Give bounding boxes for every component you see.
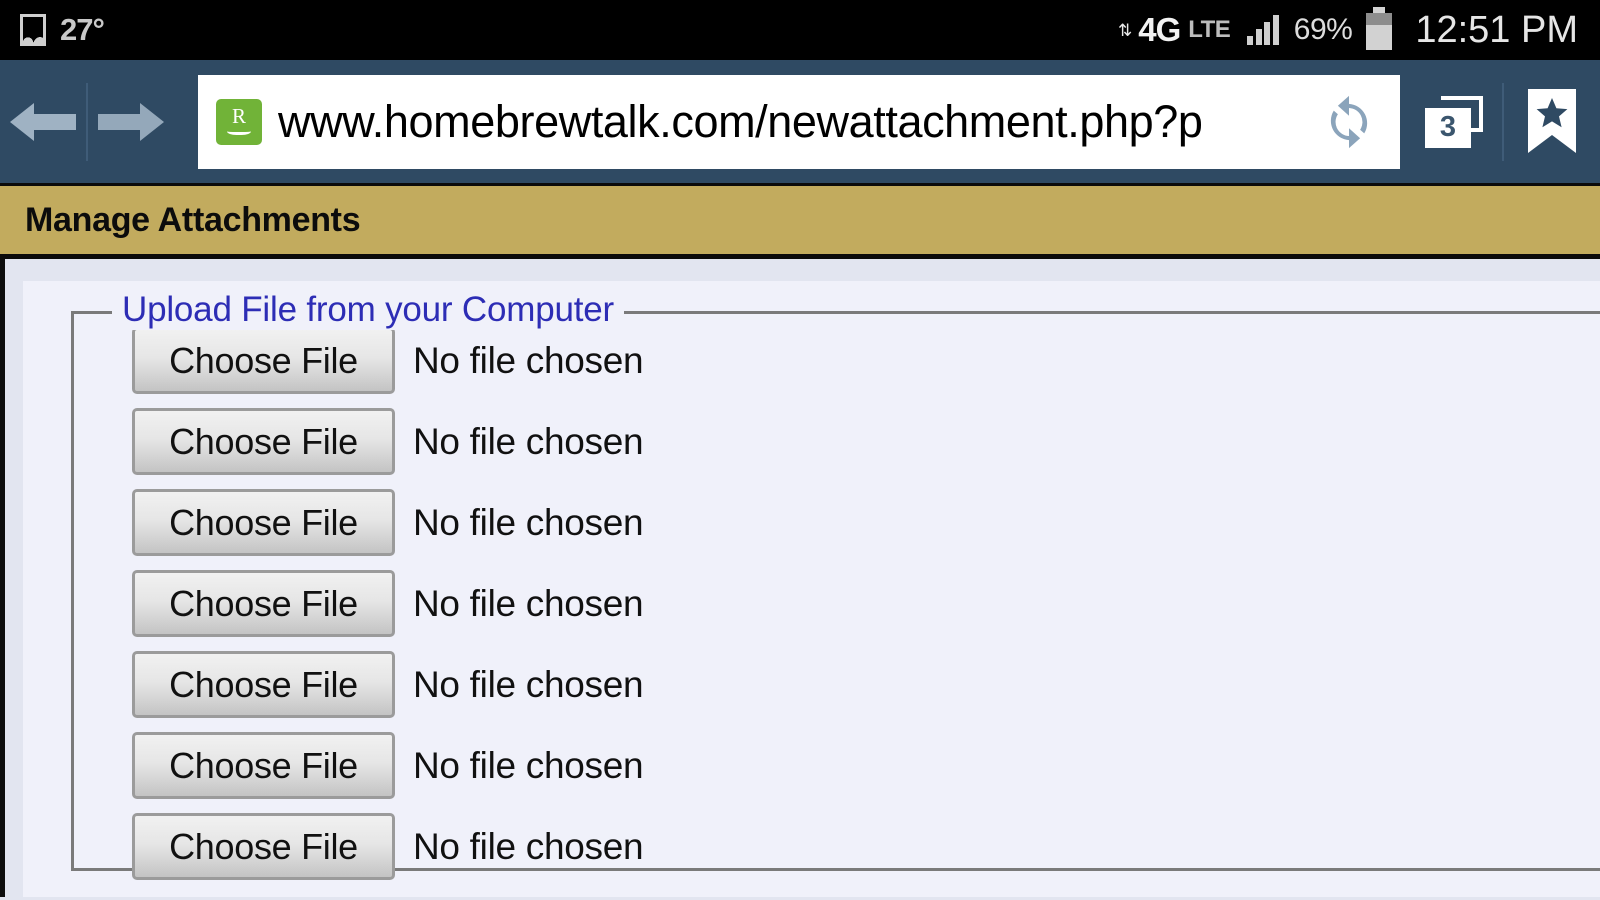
- data-transfer-icon: ⇅: [1117, 20, 1132, 40]
- device-screen: 27° ⇅ 4G LTE 69% 12:51 PM R www.homebrew…: [0, 0, 1600, 900]
- file-status-label: No file chosen: [413, 339, 644, 381]
- back-arrow-icon: [10, 102, 76, 141]
- file-upload-row: Choose File No file chosen: [132, 482, 1600, 563]
- choose-file-button[interactable]: Choose File: [132, 651, 395, 718]
- file-upload-row: Choose File No file chosen: [132, 320, 1600, 401]
- temperature-label: 27°: [60, 12, 105, 47]
- refresh-button[interactable]: [1312, 74, 1386, 169]
- choose-file-button[interactable]: Choose File: [132, 570, 395, 637]
- back-button[interactable]: [0, 60, 86, 183]
- choose-file-button[interactable]: Choose File: [132, 408, 395, 475]
- network-type-primary: 4G: [1138, 11, 1181, 48]
- upload-fieldset-legend: Upload File from your Computer: [112, 290, 624, 330]
- choose-file-button[interactable]: Choose File: [132, 327, 395, 394]
- tab-count-badge: 3: [1425, 107, 1471, 148]
- signal-bars-icon: [1247, 15, 1279, 45]
- status-bar-left: 27°: [20, 12, 105, 48]
- file-status-label: No file chosen: [413, 582, 644, 624]
- page-title: Manage Attachments: [25, 200, 361, 239]
- url-text: www.homebrewtalk.com/newattachment.php?p: [278, 95, 1203, 147]
- choose-file-button[interactable]: Choose File: [132, 489, 395, 556]
- page-content-outer: Upload File from your Computer Choose Fi…: [0, 259, 1600, 897]
- file-status-label: No file chosen: [413, 663, 644, 705]
- file-upload-row: Choose File No file chosen: [132, 563, 1600, 644]
- choose-file-button[interactable]: Choose File: [132, 813, 395, 880]
- clock-label: 12:51 PM: [1415, 8, 1578, 51]
- file-upload-row: Choose File No file chosen: [132, 401, 1600, 482]
- file-status-label: No file chosen: [413, 420, 644, 462]
- page-header-bar: Manage Attachments: [0, 183, 1600, 259]
- page-content-inner: Upload File from your Computer Choose Fi…: [23, 281, 1600, 897]
- tab-switcher-icon: 3: [1425, 95, 1483, 148]
- file-upload-row: Choose File No file chosen: [132, 644, 1600, 725]
- network-type-secondary: LTE: [1188, 16, 1231, 43]
- bookmark-star-icon: [1528, 88, 1576, 153]
- forward-button[interactable]: [88, 60, 174, 183]
- reader-icon-letter: R: [231, 103, 246, 128]
- file-status-label: No file chosen: [413, 825, 644, 867]
- refresh-icon: [1330, 95, 1368, 148]
- browser-toolbar: R www.homebrewtalk.com/newattachment.php…: [0, 60, 1600, 183]
- tab-switcher-button[interactable]: 3: [1406, 60, 1502, 183]
- choose-file-button[interactable]: Choose File: [132, 732, 395, 799]
- upload-file-fieldset: Upload File from your Computer Choose Fi…: [71, 290, 1600, 880]
- battery-icon: [1366, 6, 1393, 50]
- file-upload-row: Choose File No file chosen: [132, 725, 1600, 806]
- status-bar-right: ⇅ 4G LTE 69% 12:51 PM: [1117, 6, 1578, 52]
- forward-arrow-icon: [98, 102, 164, 141]
- url-bar[interactable]: R www.homebrewtalk.com/newattachment.php…: [198, 74, 1400, 169]
- image-icon: [20, 14, 46, 46]
- bookmark-button[interactable]: [1504, 60, 1600, 183]
- android-status-bar: 27° ⇅ 4G LTE 69% 12:51 PM: [0, 0, 1600, 60]
- file-upload-row: Choose File No file chosen: [132, 806, 1600, 887]
- file-status-label: No file chosen: [413, 501, 644, 543]
- webpage-viewport: Manage Attachments Upload File from your…: [0, 183, 1600, 900]
- battery-percent-label: 69%: [1293, 13, 1353, 46]
- reader-icon-book: [227, 126, 251, 135]
- file-status-label: No file chosen: [413, 744, 644, 786]
- reader-mode-icon[interactable]: R: [216, 98, 262, 145]
